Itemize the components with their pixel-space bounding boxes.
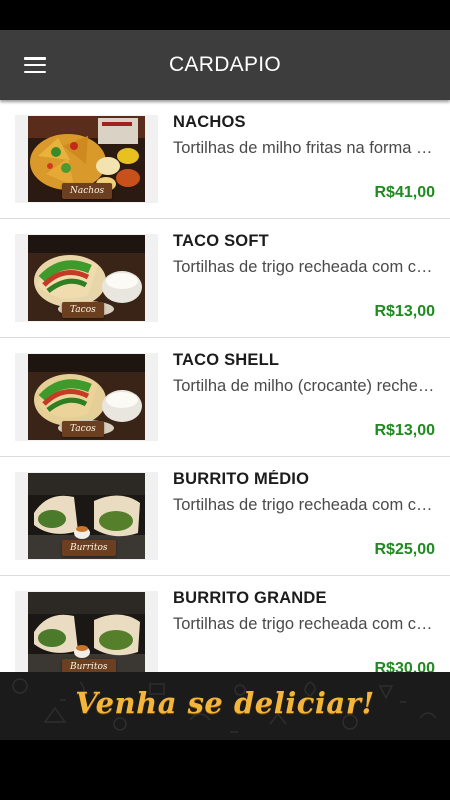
- item-thumbnail-frame: Tacos: [15, 234, 158, 322]
- item-name: TACO SOFT: [173, 232, 269, 250]
- taco-photo: Tacos: [28, 235, 145, 321]
- menu-item-burrito-medio[interactable]: Burritos BURRITO MÉDIO Tortilhas de trig…: [0, 457, 450, 576]
- item-thumbnail-frame: Burritos: [15, 472, 158, 560]
- item-description: Tortilhas de milho fritas na forma de tr…: [173, 139, 435, 157]
- item-description: Tortilhas de trigo recheada com carne e …: [173, 496, 435, 514]
- item-price: R$30,00: [374, 660, 436, 672]
- item-thumbnail-frame: Nachos: [15, 115, 158, 203]
- item-thumbnail-frame: Tacos: [15, 353, 158, 441]
- hamburger-menu-icon: [24, 57, 46, 73]
- item-thumbnail-frame: Burritos: [15, 591, 158, 672]
- item-category-tag: Tacos: [62, 421, 104, 437]
- menu-item-taco-soft[interactable]: Tacos TACO SOFT Tortilhas de trigo reche…: [0, 219, 450, 338]
- system-nav-bar: [0, 740, 450, 800]
- burrito-photo: Burritos: [28, 473, 145, 559]
- item-name: NACHOS: [173, 113, 246, 131]
- item-description: Tortilhas de trigo recheada com carne e …: [173, 258, 435, 276]
- menu-item-taco-shell[interactable]: Tacos TACO SHELL Tortilha de milho (croc…: [0, 338, 450, 457]
- item-price: R$13,00: [374, 303, 436, 320]
- item-category-tag: Tacos: [62, 302, 104, 318]
- item-price: R$25,00: [374, 541, 436, 558]
- taco-photo: Tacos: [28, 354, 145, 440]
- banner-slogan: Venha se deliciar!: [75, 686, 375, 720]
- menu-list: Nachos NACHOS Tortilhas de milho fritas …: [0, 100, 450, 672]
- item-price: R$13,00: [374, 422, 436, 439]
- item-category-tag: Burritos: [62, 540, 116, 556]
- item-price: R$41,00: [374, 184, 436, 201]
- menu-item-burrito-grande[interactable]: Burritos BURRITO GRANDE Tortilhas de tri…: [0, 576, 450, 672]
- item-name: BURRITO MÉDIO: [173, 470, 310, 488]
- promo-banner: Venha se deliciar!: [0, 672, 450, 740]
- menu-item-nachos[interactable]: Nachos NACHOS Tortilhas de milho fritas …: [0, 100, 450, 219]
- item-name: BURRITO GRANDE: [173, 589, 327, 607]
- nachos-photo: Nachos: [28, 116, 145, 202]
- item-category-tag: Burritos: [62, 659, 116, 672]
- item-description: Tortilhas de trigo recheada com carne e …: [173, 615, 435, 633]
- status-bar: [0, 0, 450, 30]
- burrito-photo: Burritos: [28, 592, 145, 672]
- item-category-tag: Nachos: [62, 183, 113, 199]
- menu-button[interactable]: [0, 30, 70, 100]
- app-bar: CARDAPIO: [0, 30, 450, 100]
- item-name: TACO SHELL: [173, 351, 280, 369]
- item-description: Tortilha de milho (crocante) recheada: [173, 377, 435, 395]
